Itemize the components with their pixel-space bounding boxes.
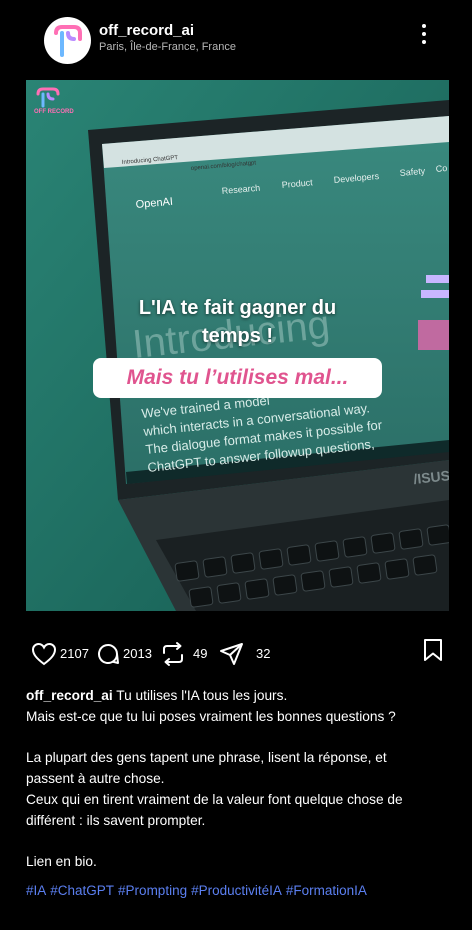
overlay-logo-text: OFF RECORD [34,109,74,115]
headline-line-1: L'IA te fait gagner du [138,297,337,319]
caption-line-1: Mais est-ce que tu lui poses vraiment le… [26,708,396,724]
hashtags: #IA #ChatGPT #Prompting #ProductivitéIA #For… [26,883,371,898]
post-header: off_record_ai Paris, Île-de-France, Fran… [0,0,472,80]
image-headline: L'IA te fait gagner du temps ! [26,294,449,350]
hashtag[interactable]: #FormationIA [286,883,367,898]
headline-line-2: temps ! [201,325,274,347]
post-actions: 2107 2013 49 32 [0,632,472,672]
hashtag[interactable]: #ProductivitéIA [191,883,282,898]
share-icon[interactable] [219,641,245,667]
shares-count[interactable]: 32 [256,646,270,661]
comment-icon[interactable] [96,642,120,666]
screen-nav-4: Co [435,163,447,174]
caption-line-7 [26,832,446,853]
likes-count[interactable]: 2107 [60,646,89,661]
post-caption: off_record_ai Tu utilises l'IA tous les … [26,686,446,873]
post-location[interactable]: Paris, Île-de-France, France [99,41,236,53]
comments-count[interactable]: 2013 [123,646,152,661]
bookmark-icon[interactable] [423,638,443,662]
caption-username[interactable]: off_record_ai [26,688,113,703]
post-image[interactable]: Introducing ChatGPT openai.com/blog/chat… [26,80,449,611]
caption-line-2 [26,728,446,749]
caption-line-8: Lien en bio. [26,854,97,870]
avatar[interactable] [44,17,91,64]
caption-line-0: off_record_ai Tu utilises l'IA tous les … [26,686,446,707]
highlight-pill: Mais tu l’utilises mal... [93,358,382,398]
post-username[interactable]: off_record_ai [99,22,194,39]
hashtag[interactable]: #ChatGPT [50,883,114,898]
more-options-icon[interactable] [416,24,432,50]
reposts-count[interactable]: 49 [193,646,207,661]
heart-icon[interactable] [31,642,57,666]
repost-icon[interactable] [160,641,186,667]
caption-line-3: La plupart des gens tapent une phrase, l… [26,750,387,766]
hashtag[interactable]: #Prompting [118,883,187,898]
hashtag[interactable]: #IA [26,883,46,898]
caption-text-0: Tu utilises l'IA tous les jours. [116,688,288,703]
caption-line-4: passent à autre chose. [26,771,165,787]
caption-line-6: différent : ils savent prompter. [26,812,206,828]
highlight-text: Mais tu l’utilises mal... [126,366,349,389]
brand-logo-icon [54,25,82,57]
caption-line-5: Ceux qui en tirent vraiment de la valeur… [26,791,403,807]
